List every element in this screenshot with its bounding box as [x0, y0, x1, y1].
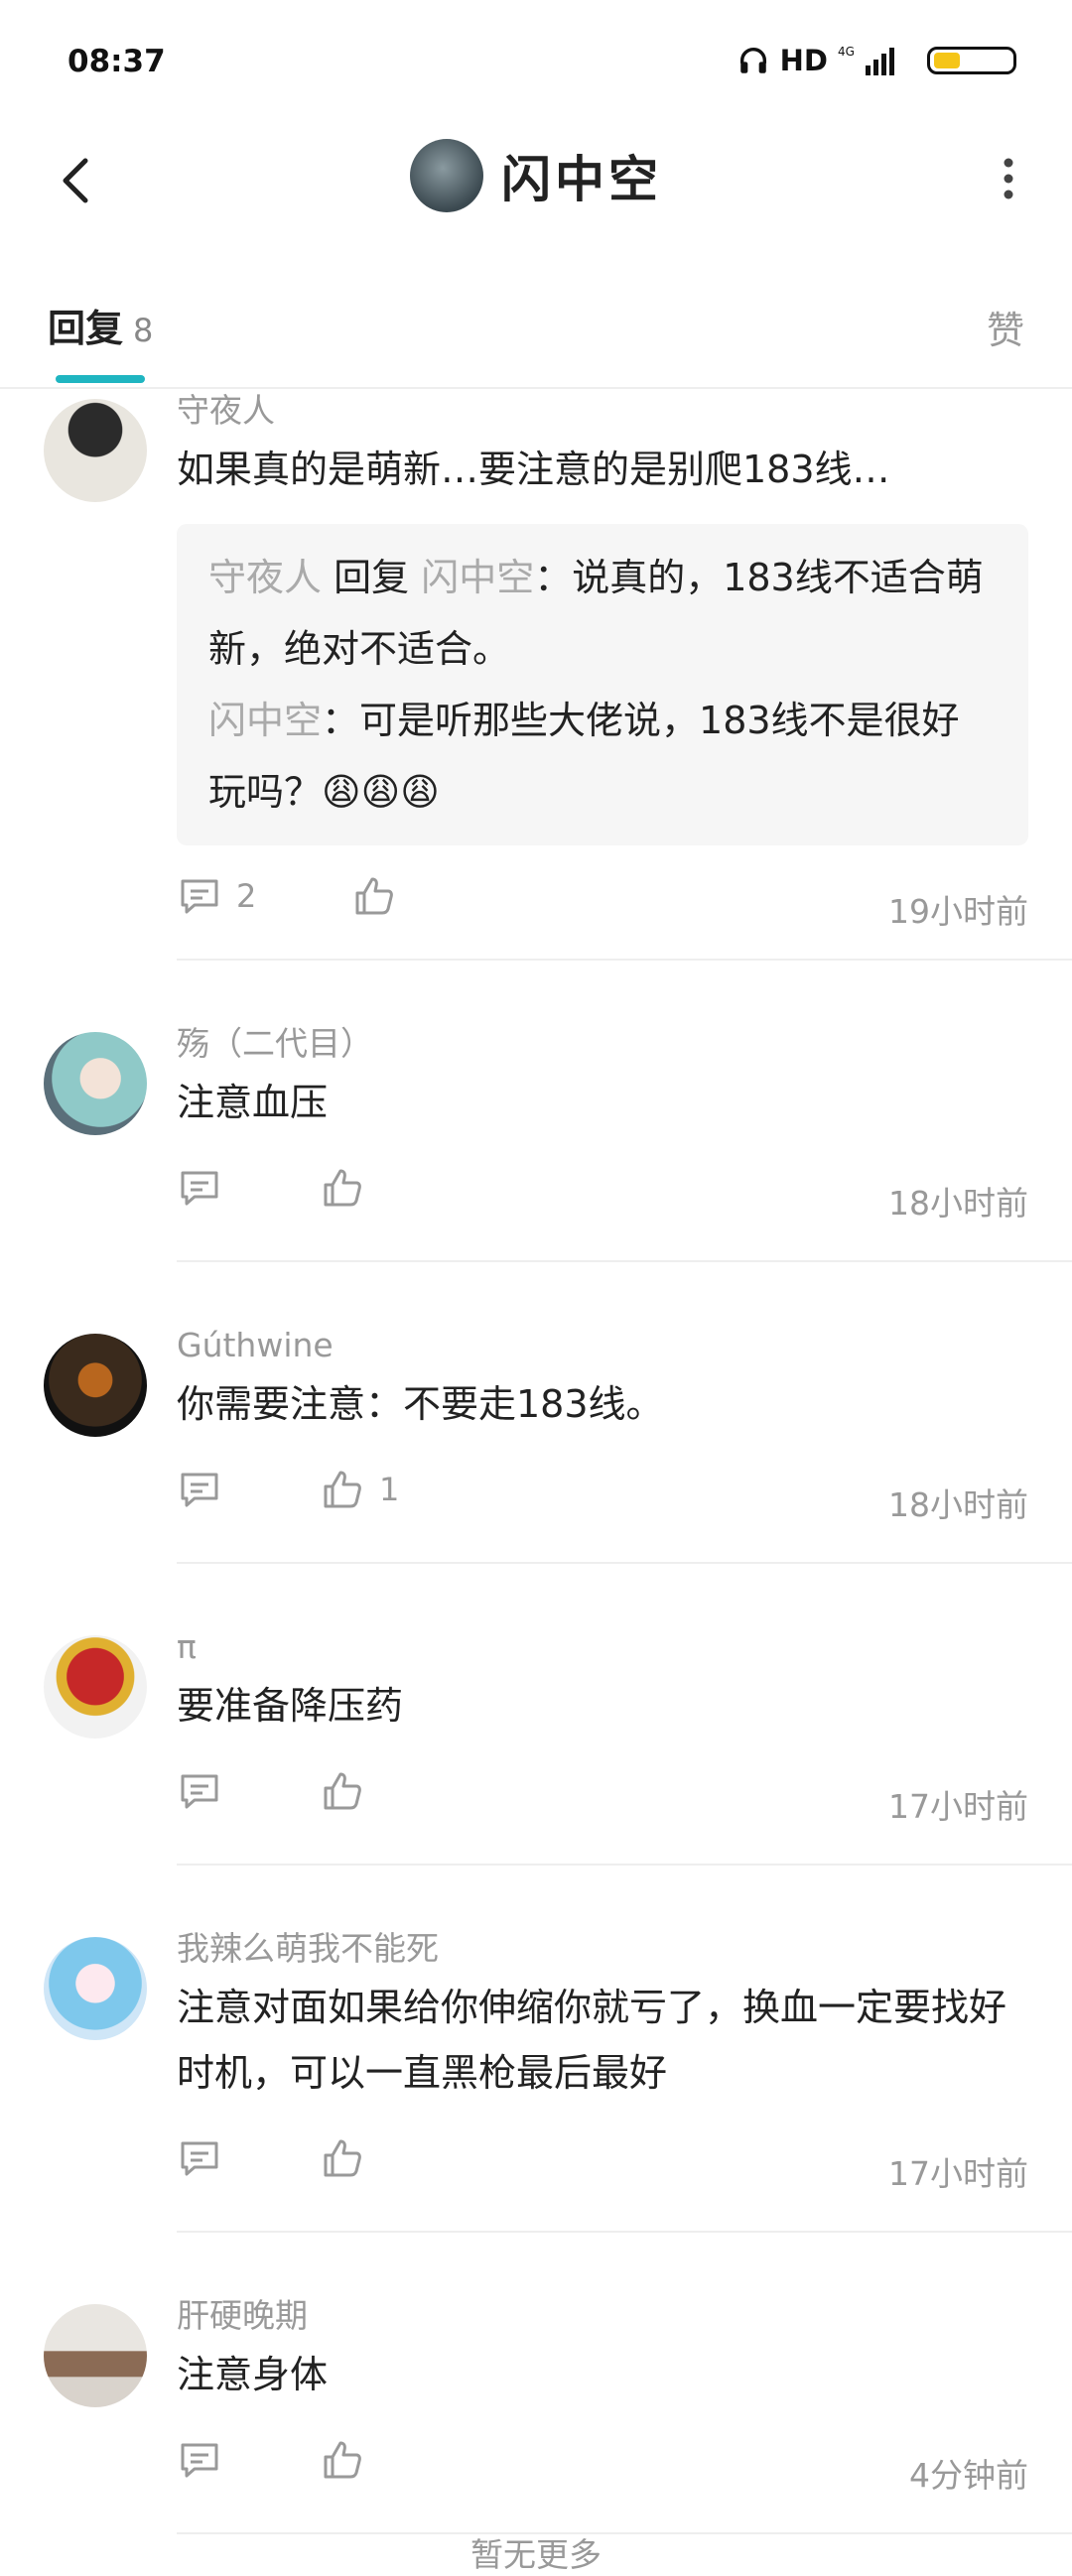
thumbs-up-icon — [355, 877, 393, 915]
list-item: 肝硬晚期 注意身体 4分钟前 — [0, 2233, 1072, 2534]
comment-text: 你需要注意：不要走183线。 — [177, 1382, 664, 1426]
reply-button[interactable] — [177, 1165, 236, 1211]
thumbs-up-icon — [324, 1772, 361, 1810]
reply-line: 守夜人 回复 闪中空：说真的，183线不适合萌新，绝对不适合。 — [208, 542, 997, 685]
comment-actions: 4分钟前 — [177, 2437, 1028, 2511]
comment-actions: 2 19小时前 — [177, 873, 1028, 947]
comment-username[interactable]: π — [177, 1625, 1028, 1669]
reply-preview[interactable]: 守夜人 回复 闪中空：说真的，183线不适合萌新，绝对不适合。 闪中空：可是听那… — [177, 524, 1028, 845]
reply-button[interactable] — [177, 2437, 236, 2483]
comment-text: 要准备降压药 — [177, 1684, 404, 1728]
tab-likes[interactable]: 赞 — [987, 300, 1024, 354]
comment-actions: 18小时前 — [177, 1165, 1028, 1238]
comment-text: 注意血压 — [177, 1081, 329, 1124]
reply-author: 守夜人 — [208, 556, 323, 599]
comment-username[interactable]: 守夜人 — [177, 389, 1028, 433]
tab-replies-label: 回复 — [48, 307, 124, 350]
comment-username[interactable]: 肝硬晚期 — [177, 2294, 1028, 2338]
thumbs-up-icon — [324, 1169, 361, 1207]
reply-word: 回复 — [322, 556, 422, 599]
avatar[interactable] — [44, 1334, 147, 1437]
comment-time: 17小时前 — [888, 2154, 1028, 2193]
comment-icon — [181, 879, 218, 914]
reply-button[interactable] — [177, 2135, 236, 2181]
comment-actions: 17小时前 — [177, 1768, 1028, 1842]
comment-text: 注意对面如果给你伸缩你就亏了，换血一定要找好时机，可以一直黑枪最后最好 — [177, 1986, 1007, 2095]
comment-username[interactable]: 我辣么萌我不能死 — [177, 1927, 1028, 1971]
list-item: 殇（二代目） 注意血压 18小时前 — [0, 961, 1072, 1262]
reply-author: 闪中空 — [208, 699, 323, 742]
list-item: 我辣么萌我不能死 注意对面如果给你伸缩你就亏了，换血一定要找好时机，可以一直黑枪… — [0, 1866, 1072, 2233]
avatar[interactable] — [44, 1032, 147, 1135]
avatar[interactable] — [44, 1635, 147, 1739]
like-button[interactable] — [351, 873, 411, 919]
like-button[interactable] — [320, 2135, 379, 2181]
comment-time: 17小时前 — [888, 1787, 1028, 1826]
headphones-icon — [739, 48, 766, 73]
page-title: 闪中空 — [501, 151, 662, 208]
comment-actions: 17小时前 — [177, 2135, 1028, 2209]
comment-time: 4分钟前 — [909, 2456, 1028, 2495]
end-of-list-text: 暂无更多 — [470, 2535, 602, 2574]
comment-time: 19小时前 — [888, 892, 1028, 931]
status-icons: HD 4G — [737, 44, 1016, 77]
avatar[interactable] — [410, 139, 483, 212]
comment-text: 注意身体 — [177, 2353, 329, 2396]
tab-replies-count: 8 — [133, 312, 154, 349]
reply-count: 2 — [236, 877, 257, 915]
comment-username[interactable]: 殇（二代目） — [177, 1022, 1028, 1066]
active-tab-indicator — [56, 375, 145, 383]
comment-icon — [181, 1171, 218, 1206]
status-time: 08:37 — [67, 44, 166, 79]
like-button[interactable] — [320, 1165, 379, 1211]
avatar[interactable] — [44, 1937, 147, 2040]
battery-icon — [927, 47, 1016, 74]
comment-actions: 1 18小时前 — [177, 1467, 1028, 1540]
comment-icon — [181, 2141, 218, 2176]
comment-time: 18小时前 — [888, 1485, 1028, 1524]
comment-icon — [181, 2443, 218, 2478]
top-header: 闪中空 — [0, 129, 1072, 228]
comment-text: 如果真的是萌新…要注意的是别爬183线… — [177, 448, 890, 491]
like-button[interactable]: 1 — [320, 1467, 399, 1512]
reply-button[interactable] — [177, 1467, 236, 1512]
reply-button[interactable] — [177, 1768, 236, 1814]
tab-bar: 回复 8 赞 — [0, 278, 1072, 389]
comment-icon — [181, 1473, 218, 1507]
reply-line: 闪中空：可是听那些大佬说，183线不是很好玩吗？😩😩😩 — [208, 685, 997, 828]
reply-text: ：可是听那些大佬说，183线不是很好玩吗？😩😩😩 — [208, 699, 960, 814]
list-item: 守夜人 如果真的是萌新…要注意的是别爬183线… 守夜人 回复 闪中空：说真的，… — [0, 389, 1072, 961]
tab-replies[interactable]: 回复 8 — [48, 298, 153, 352]
more-vertical-icon[interactable] — [989, 149, 1028, 208]
like-count: 1 — [379, 1471, 400, 1508]
comment-username[interactable]: Gúthwine — [177, 1324, 1028, 1367]
avatar[interactable] — [44, 399, 147, 502]
thumbs-up-icon — [324, 1471, 361, 1508]
signal-label: 4G — [838, 45, 855, 59]
list-item: Gúthwine 你需要注意：不要走183线。 1 18小时前 — [0, 1262, 1072, 1564]
comment-icon — [181, 1774, 218, 1809]
signal-icon: 4G — [838, 45, 894, 75]
network-label: HD — [779, 44, 828, 77]
thumbs-up-icon — [324, 2441, 361, 2479]
reply-button[interactable]: 2 — [177, 873, 256, 919]
thumbs-up-icon — [324, 2139, 361, 2177]
like-button[interactable] — [320, 2437, 379, 2483]
comment-time: 18小时前 — [888, 1184, 1028, 1223]
list-item: π 要准备降压药 17小时前 — [0, 1564, 1072, 1866]
reply-target: 闪中空 — [421, 556, 535, 599]
like-button[interactable] — [320, 1768, 379, 1814]
status-bar: 08:37 HD 4G — [0, 0, 1072, 129]
avatar[interactable] — [44, 2304, 147, 2407]
header-title-group: 闪中空 — [0, 139, 1072, 212]
comment-list: 守夜人 如果真的是萌新…要注意的是别爬183线… 守夜人 回复 闪中空：说真的，… — [0, 389, 1072, 2534]
